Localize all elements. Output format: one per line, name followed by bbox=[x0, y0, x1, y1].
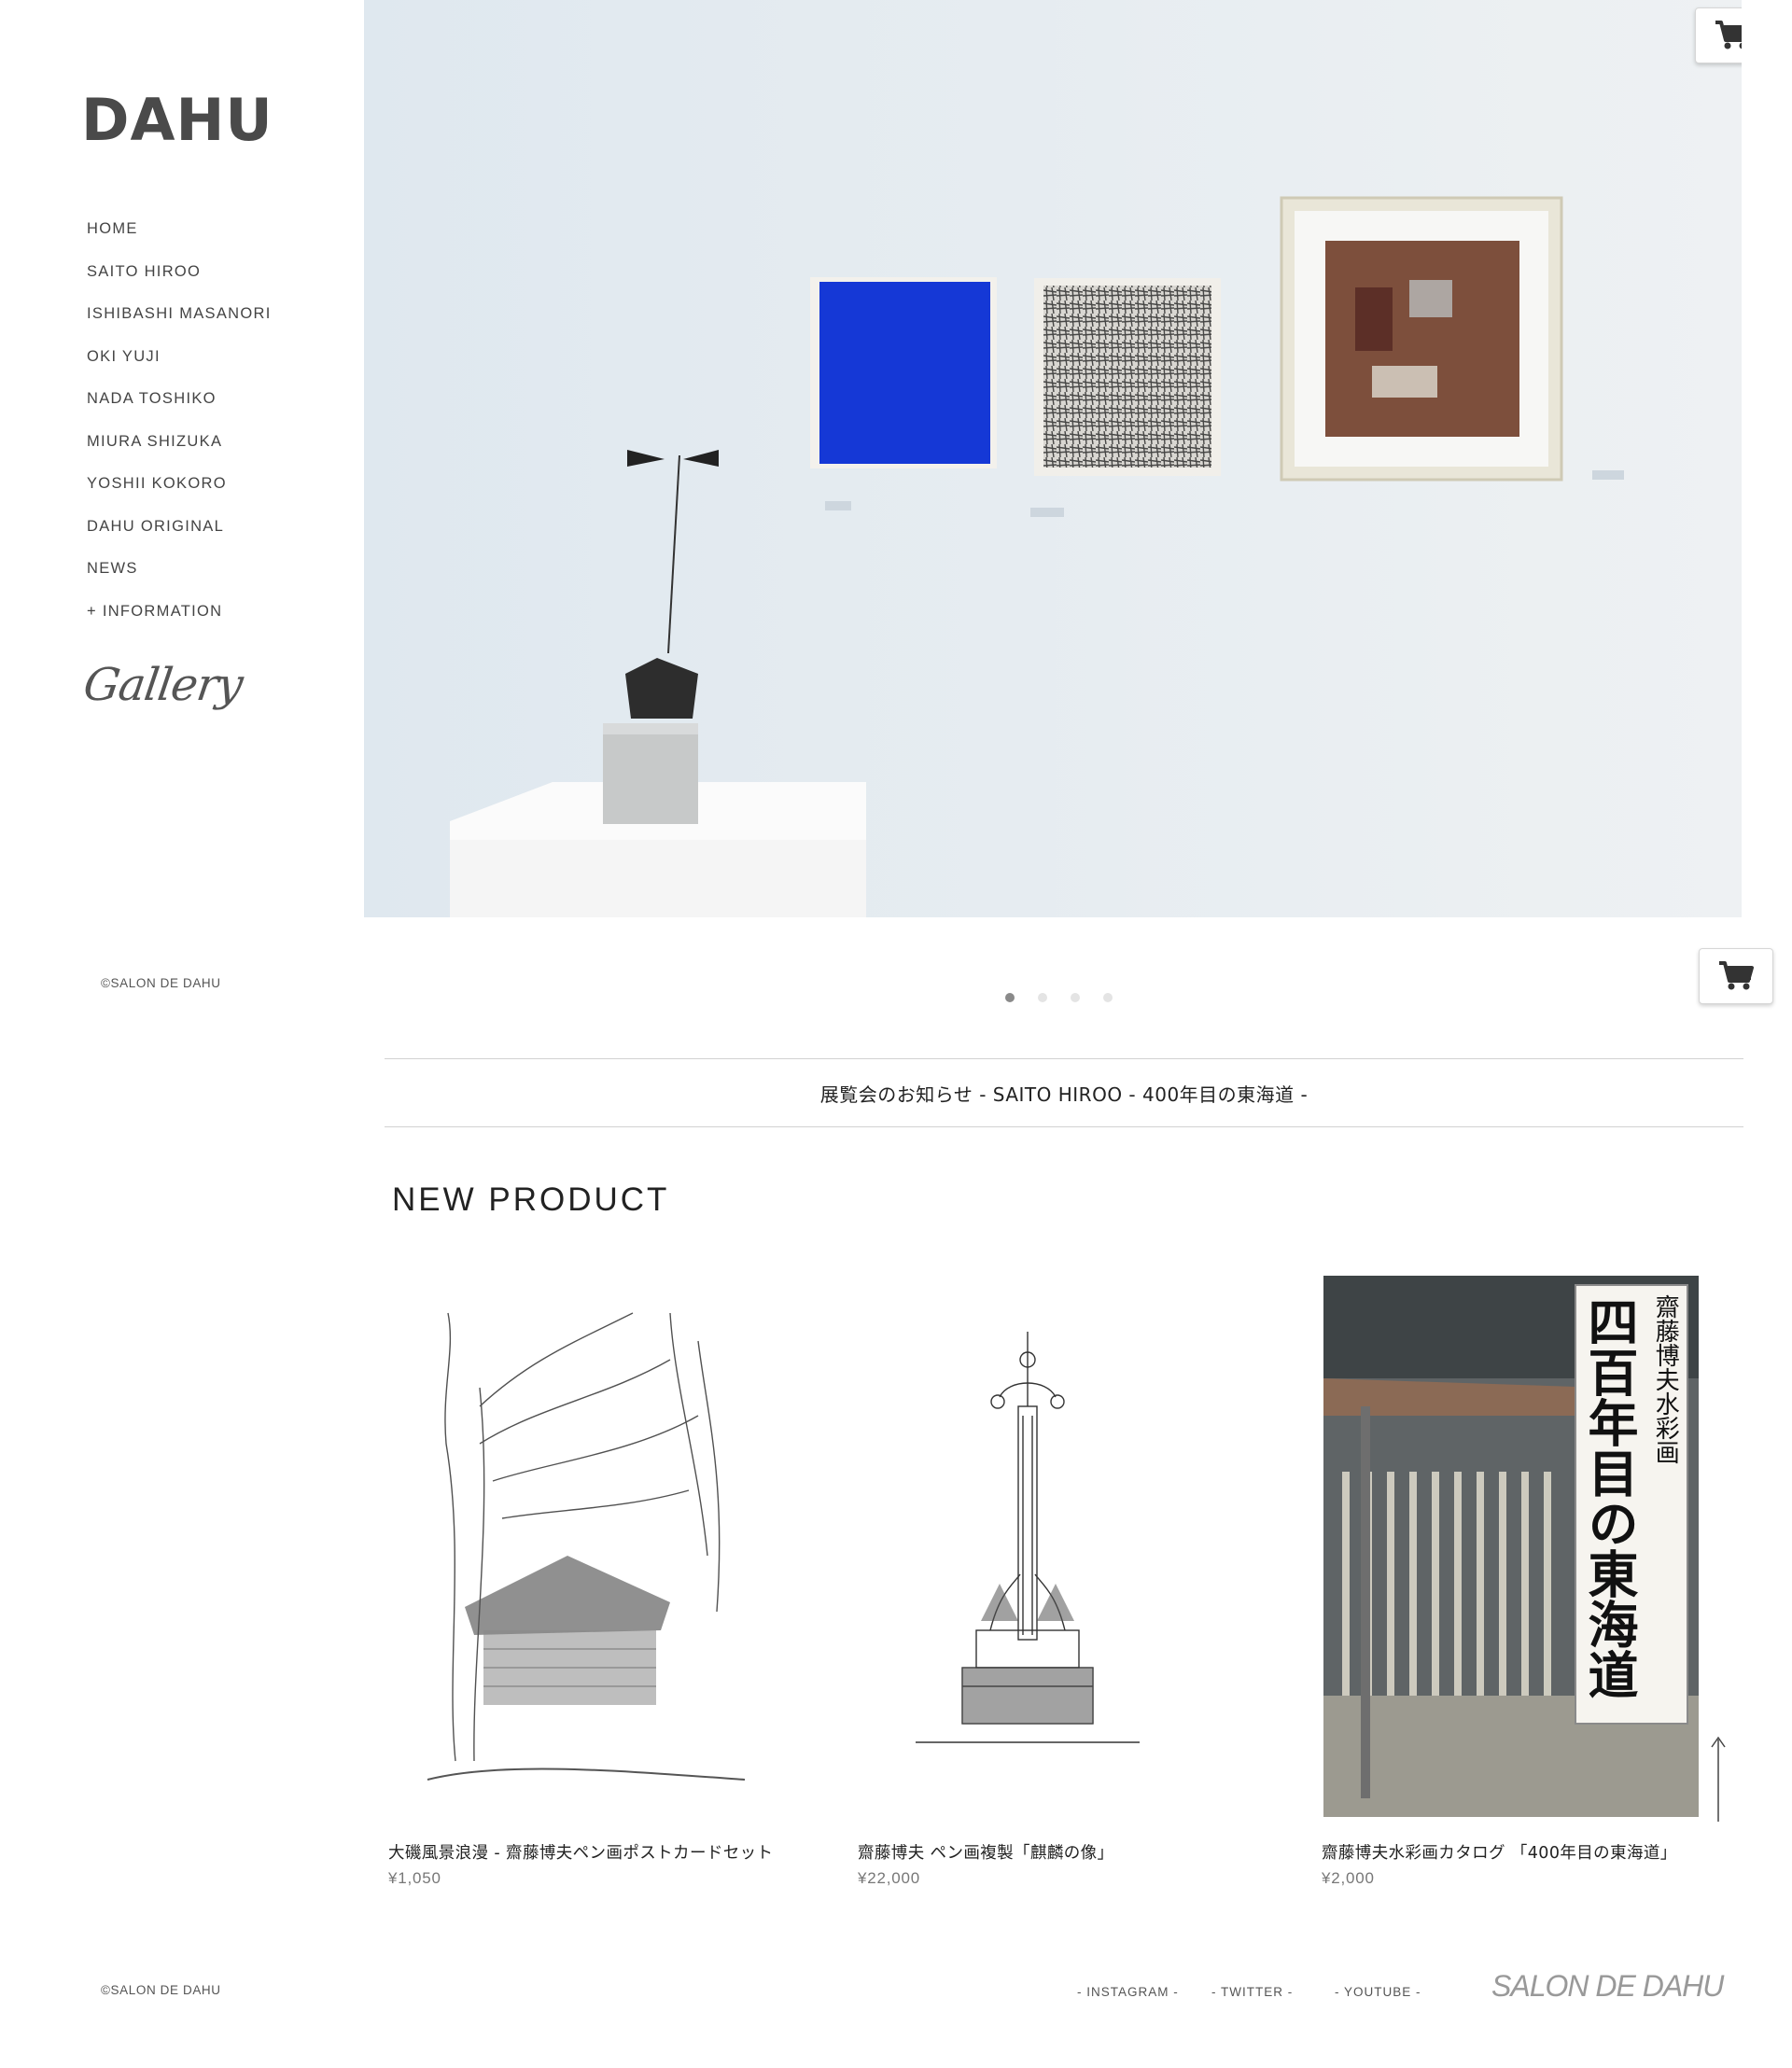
new-product-heading: NEW PRODUCT bbox=[392, 1181, 670, 1218]
cart-button-floating[interactable] bbox=[1699, 948, 1773, 1004]
watercolor-catalog-cover-image bbox=[1323, 1276, 1699, 1817]
product-name[interactable]: 齋藤博夫 ペン画複製「麒麟の像」 bbox=[858, 1840, 1113, 1864]
hero-slideshow[interactable] bbox=[364, 0, 1742, 917]
footer-brand-logo[interactable]: SALON DE DAHU bbox=[1491, 1969, 1724, 2004]
footer-link-youtube[interactable]: - YOUTUBE - bbox=[1335, 1985, 1421, 1999]
shopping-cart-icon bbox=[1715, 21, 1742, 49]
pen-drawing-kirin-statue-image bbox=[860, 1276, 1235, 1817]
nav-item-nada-toshiko[interactable]: NADA TOSHIKO bbox=[87, 386, 272, 429]
main-nav: HOME SAITO HIROO ISHIBASHI MASANORI OKI … bbox=[87, 217, 272, 641]
hero-gallery-image bbox=[364, 0, 1742, 917]
catalog-title-vertical-text: 四百年目の東海道 bbox=[1579, 1296, 1639, 1699]
pen-drawing-thatched-house-image bbox=[390, 1276, 765, 1817]
nav-item-yoshii-kokoro[interactable]: YOSHII KOKORO bbox=[87, 471, 272, 514]
product-image[interactable] bbox=[390, 1276, 765, 1817]
slide-dot-2[interactable] bbox=[1038, 993, 1047, 1002]
slide-dot-3[interactable] bbox=[1071, 993, 1080, 1002]
product-price: ¥2,000 bbox=[1322, 1869, 1375, 1887]
shopping-cart-icon bbox=[1719, 961, 1754, 990]
footer-link-instagram[interactable]: - INSTAGRAM - bbox=[1077, 1985, 1179, 1999]
nav-item-oki-yuji[interactable]: OKI YUJI bbox=[87, 344, 272, 387]
exhibition-announcement-link[interactable]: 展覧会のお知らせ - SAITO HIROO - 400年目の東海道 - bbox=[385, 1058, 1743, 1127]
sidebar-copyright: ©SALON DE DAHU bbox=[101, 976, 221, 990]
footer-link-twitter[interactable]: - TWITTER - bbox=[1211, 1985, 1293, 1999]
nav-item-home[interactable]: HOME bbox=[87, 217, 272, 259]
arrow-up-icon bbox=[1711, 1736, 1726, 1822]
nav-item-information[interactable]: + INFORMATION bbox=[87, 599, 272, 642]
product-card[interactable]: 齋藤博夫 ペン画複製「麒麟の像」 ¥22,000 bbox=[858, 1276, 1252, 1887]
site-logo[interactable]: DAHU bbox=[81, 91, 273, 149]
nav-item-saito-hiroo[interactable]: SAITO HIROO bbox=[87, 259, 272, 302]
product-image[interactable]: 齋藤博夫水彩画 四百年目の東海道 bbox=[1323, 1276, 1699, 1817]
footer-copyright: ©SALON DE DAHU bbox=[101, 1983, 221, 1997]
scroll-to-top-button[interactable] bbox=[1710, 1736, 1727, 1828]
product-card[interactable]: 大磯風景浪漫 - 齋藤博夫ペン画ポストカードセット ¥1,050 bbox=[388, 1276, 782, 1887]
slideshow-dots bbox=[1005, 993, 1113, 1002]
gallery-script-logo[interactable]: Gallery bbox=[80, 659, 245, 711]
nav-item-dahu-original[interactable]: DAHU ORIGINAL bbox=[87, 514, 272, 557]
product-price: ¥1,050 bbox=[388, 1869, 441, 1887]
product-price: ¥22,000 bbox=[858, 1869, 921, 1887]
nav-item-miura-shizuka[interactable]: MIURA SHIZUKA bbox=[87, 429, 272, 472]
slide-dot-1[interactable] bbox=[1005, 993, 1015, 1002]
slide-dot-4[interactable] bbox=[1103, 993, 1113, 1002]
product-name[interactable]: 齋藤博夫水彩画カタログ 「400年目の東海道」 bbox=[1322, 1840, 1677, 1864]
product-card[interactable]: 齋藤博夫水彩画 四百年目の東海道 齋藤博夫水彩画カタログ 「400年目の東海道」… bbox=[1322, 1276, 1715, 1887]
product-image[interactable] bbox=[860, 1276, 1235, 1817]
catalog-artist-vertical-text: 齋藤博夫水彩画 bbox=[1651, 1294, 1680, 1464]
nav-item-news[interactable]: NEWS bbox=[87, 556, 272, 599]
product-name[interactable]: 大磯風景浪漫 - 齋藤博夫ペン画ポストカードセット bbox=[388, 1840, 773, 1864]
cart-button-top[interactable] bbox=[1695, 7, 1742, 63]
nav-item-ishibashi-masanori[interactable]: ISHIBASHI MASANORI bbox=[87, 301, 272, 344]
